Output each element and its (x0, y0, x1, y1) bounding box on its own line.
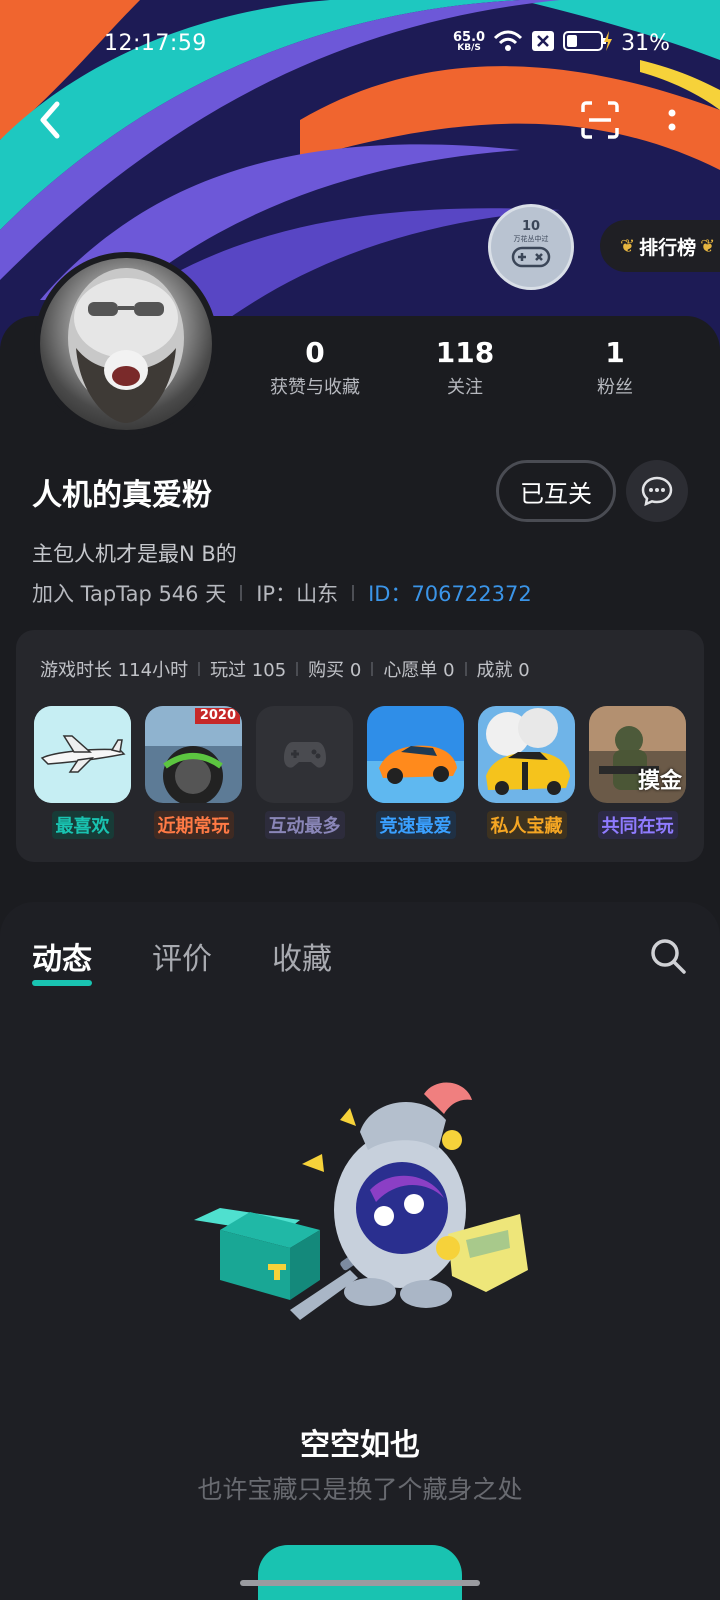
mutual-follow-button[interactable]: 已互关 (496, 460, 616, 522)
battery-percent: 31% (621, 30, 670, 56)
username: 人机的真爱粉 (32, 478, 212, 513)
games-played: 玩过 105 (210, 660, 287, 681)
empty-state-title: 空空如也 (300, 1428, 420, 1463)
empty-state-subtitle: 也许宝藏只是换了个藏身之处 (197, 1475, 523, 1504)
message-button[interactable] (626, 460, 688, 522)
tab-reviews[interactable]: 评价 (152, 934, 212, 978)
network-speed-unit: KB/S (457, 43, 481, 53)
stat-label: 关注 (447, 377, 483, 398)
search-button[interactable] (648, 936, 688, 976)
divider (240, 585, 243, 601)
more-button[interactable] (644, 92, 700, 148)
game-icon-year: 2020 (199, 708, 236, 723)
profile-stats: 0 获赞与收藏 118 关注 1 粉丝 (240, 336, 690, 406)
stat-label: 获赞与收藏 (270, 377, 360, 398)
user-bio: 主包人机才是最N B的 (32, 542, 237, 566)
stat-label: 粉丝 (597, 377, 633, 398)
divider (464, 662, 467, 676)
battery-icon (563, 30, 613, 56)
user-id[interactable]: ID：706722372 (368, 578, 532, 608)
game-tag: 最喜欢 (51, 811, 114, 839)
game-icon-shooter: 摸金 (589, 706, 686, 803)
game-icon-driving: 2020 (145, 706, 242, 803)
wishlist: 心愿单 0 (383, 660, 455, 681)
status-bar: 12:17:59 65.0 KB/S 31% (0, 0, 720, 90)
game-icon-racing-car (367, 706, 464, 803)
game-tag: 私人宝藏 (486, 811, 567, 839)
search-icon (651, 939, 686, 974)
stat-value: 1 (605, 336, 625, 369)
game-icon-title: 摸金 (637, 769, 682, 794)
level-caption: 万花丛中过 (513, 235, 549, 243)
game-tag: 竞速最爱 (375, 811, 456, 839)
avatar-image (68, 268, 184, 423)
chevron-left-icon (40, 101, 60, 139)
gamepad-icon (511, 246, 551, 268)
game-racing[interactable]: 竞速最爱 (367, 706, 464, 839)
avatar[interactable] (34, 252, 218, 436)
divider (371, 662, 374, 676)
level-badge[interactable]: 10 万花丛中过 (488, 204, 574, 290)
game-tag: 互动最多 (264, 811, 345, 839)
gamepad-icon (283, 741, 326, 768)
home-indicator[interactable] (240, 1580, 480, 1586)
level-number: 10 (521, 219, 541, 234)
game-icon-muscle-car (478, 706, 575, 803)
join-days: 加入 TapTap 546 天 (32, 582, 227, 606)
leaderboard-button[interactable]: ❦ 排行榜 ❦ (600, 220, 720, 272)
stat-likes[interactable]: 0 获赞与收藏 (240, 336, 390, 406)
wifi-icon (493, 30, 523, 56)
laurel-right-icon: ❦ (700, 235, 716, 257)
stat-value: 0 (305, 336, 325, 369)
game-playing-together[interactable]: 摸金 共同在玩 (589, 706, 686, 839)
more-vertical-icon (668, 109, 676, 131)
chat-bubble-icon (641, 476, 673, 507)
back-button[interactable] (22, 92, 78, 148)
network-speed-value: 65.0 (453, 30, 486, 45)
bottom-action-button[interactable] (258, 1545, 462, 1600)
games-card[interactable]: 游戏时长 114小时 玩过 105 购买 0 心愿单 0 成就 0 最喜欢 20… (16, 630, 704, 862)
game-tag: 共同在玩 (597, 811, 678, 839)
laurel-left-icon: ❦ (620, 235, 636, 257)
sim-off-icon (531, 30, 555, 56)
empty-state-illustration (190, 1080, 540, 1350)
status-time: 12:17:59 (104, 31, 207, 56)
ip-location: IP：山东 (256, 582, 339, 606)
game-favorite[interactable]: 最喜欢 (34, 706, 131, 839)
game-interactive[interactable]: 互动最多 (256, 706, 353, 839)
play-time: 游戏时长 114小时 (40, 660, 189, 681)
game-private-treasure[interactable]: 私人宝藏 (478, 706, 575, 839)
divider (296, 662, 299, 676)
divider (198, 662, 201, 676)
achievements: 成就 0 (476, 660, 530, 681)
game-tag: 近期常玩 (153, 811, 234, 839)
game-recent[interactable]: 2020 近期常玩 (145, 706, 242, 839)
status-icons: 65.0 KB/S 31% (453, 30, 670, 56)
tab-feed[interactable]: 动态 (32, 934, 92, 986)
stat-following[interactable]: 118 关注 (390, 336, 540, 406)
scan-icon (581, 101, 619, 139)
tab-favorites[interactable]: 收藏 (272, 934, 332, 978)
purchases: 购买 0 (308, 660, 362, 681)
games-row: 最喜欢 2020 近期常玩 互动最多 竞速最爱 私人宝藏 摸金 共同在玩 (34, 706, 686, 839)
game-icon-placeholder (256, 706, 353, 803)
game-icon-airplane (34, 706, 131, 803)
stat-followers[interactable]: 1 粉丝 (540, 336, 690, 406)
content-tabs: 动态 评价 收藏 (32, 934, 332, 986)
user-meta: 加入 TapTap 546 天 IP：山东 ID：706722372 (32, 578, 532, 608)
scan-button[interactable] (572, 92, 628, 148)
divider (352, 585, 355, 601)
leaderboard-label: 排行榜 (639, 236, 697, 259)
stat-value: 118 (435, 336, 495, 369)
network-speed: 65.0 KB/S (453, 30, 486, 54)
games-stats: 游戏时长 114小时 玩过 105 购买 0 心愿单 0 成就 0 (40, 656, 530, 682)
